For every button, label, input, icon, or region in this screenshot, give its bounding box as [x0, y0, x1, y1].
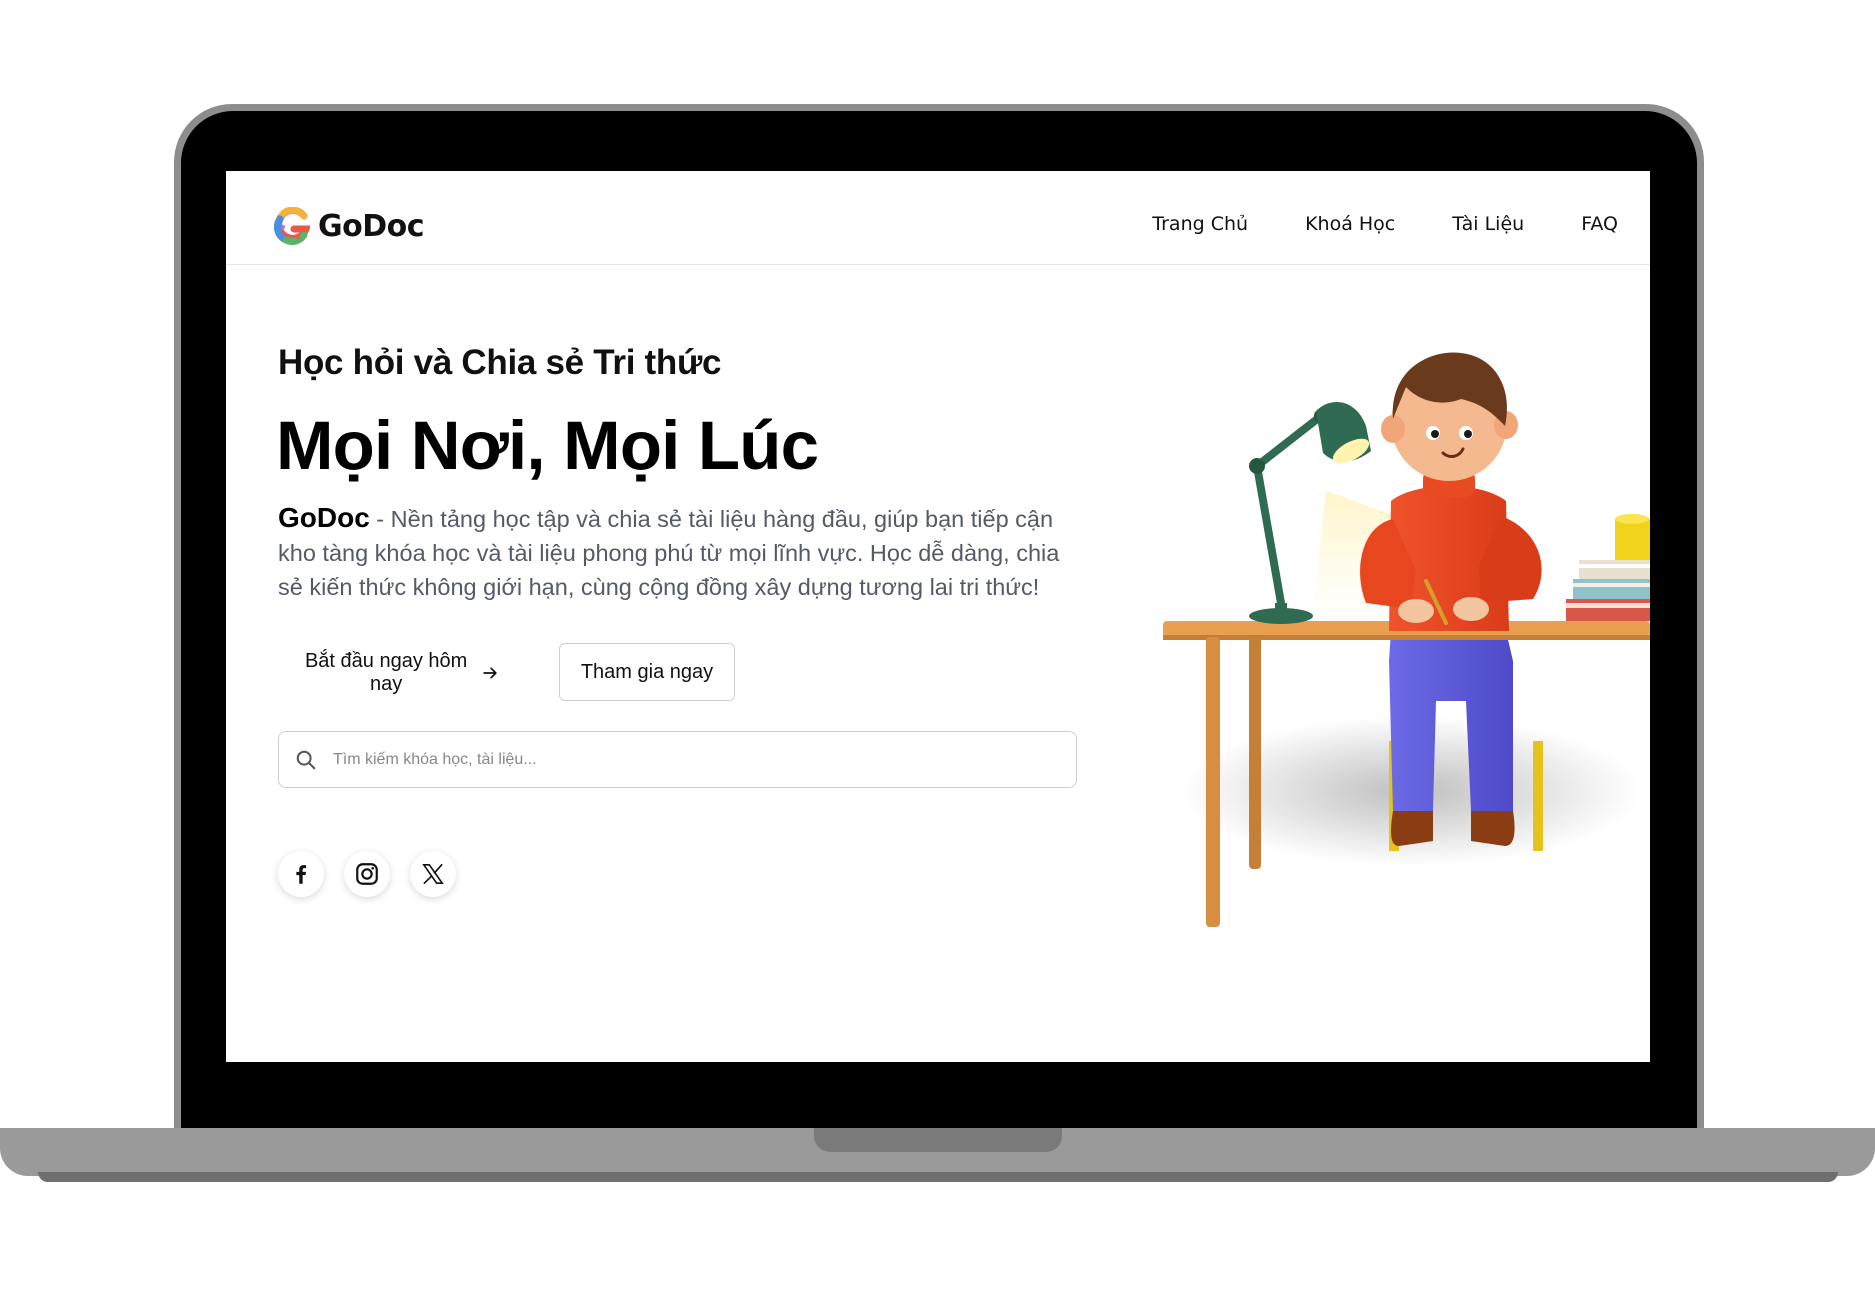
x-twitter-icon [422, 863, 444, 885]
hero-description: GoDoc - Nền tảng học tập và chia sẻ tài … [278, 501, 1078, 604]
search-box[interactable] [278, 731, 1077, 788]
nav-item-documents[interactable]: Tài Liệu [1452, 213, 1524, 235]
facebook-link[interactable] [278, 851, 324, 897]
description-text: - Nền tảng học tập và chia sẻ tài liệu h… [278, 506, 1060, 600]
description-brand: GoDoc [278, 502, 370, 533]
laptop-notch [814, 1128, 1062, 1152]
search-icon [296, 750, 316, 769]
navbar: GoDoc Trang Chủ Khoá Học Tài Liệu FAQ [226, 171, 1650, 265]
logo[interactable]: GoDoc [274, 207, 425, 245]
hero-headline: Mọi Nơi, Mọi Lúc [276, 407, 819, 484]
hero-subtitle: Học hỏi và Chia sẻ Tri thức [278, 343, 722, 382]
laptop-base-lip [38, 1172, 1838, 1182]
instagram-icon [356, 863, 378, 885]
study-illustration [1163, 352, 1650, 927]
facebook-icon [296, 865, 307, 884]
nav-item-courses[interactable]: Khoá Học [1305, 213, 1395, 235]
nav-item-faq[interactable]: FAQ [1581, 213, 1618, 235]
join-now-button[interactable]: Tham gia ngay [559, 643, 735, 701]
logo-icon [274, 207, 310, 245]
instagram-link[interactable] [344, 851, 390, 897]
laptop-screen: GoDoc Trang Chủ Khoá Học Tài Liệu FAQ Họ… [226, 171, 1650, 1062]
start-now-label: Bắt đầu ngay hôm nay [304, 650, 468, 695]
social-links [278, 851, 476, 897]
start-now-button[interactable]: Bắt đầu ngay hôm nay [278, 644, 500, 702]
x-link[interactable] [410, 851, 456, 897]
search-input[interactable] [331, 749, 1035, 770]
arrow-right-icon [483, 667, 497, 679]
logo-text: GoDoc [318, 208, 425, 244]
nav-links: Trang Chủ Khoá Học Tài Liệu FAQ [1095, 213, 1618, 235]
nav-item-home[interactable]: Trang Chủ [1152, 213, 1248, 235]
